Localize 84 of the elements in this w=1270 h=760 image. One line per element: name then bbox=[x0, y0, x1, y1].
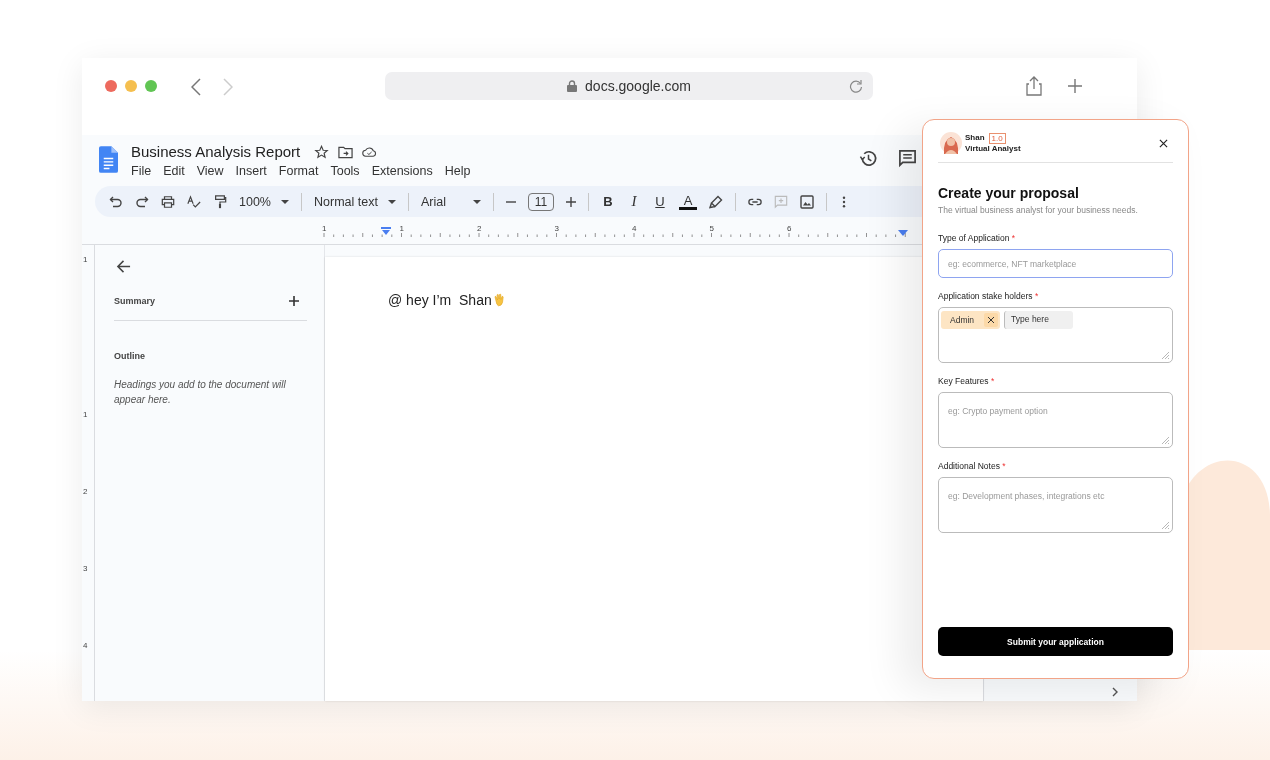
history-icon[interactable] bbox=[859, 149, 878, 168]
ruler-label: 1 bbox=[83, 255, 88, 264]
underline-button[interactable]: U bbox=[653, 194, 667, 209]
version-badge: 1.0 bbox=[988, 132, 1006, 144]
ruler-label: 2 bbox=[477, 224, 482, 233]
address-bar[interactable]: docs.google.com bbox=[385, 72, 873, 100]
menu-item[interactable]: Extensions bbox=[371, 164, 433, 178]
assistant-name: Shan bbox=[965, 133, 985, 143]
menu-item[interactable]: View bbox=[196, 164, 224, 178]
menu-item[interactable]: Edit bbox=[163, 164, 185, 178]
paint-format-icon[interactable] bbox=[213, 194, 227, 209]
font-dropdown[interactable]: Arial bbox=[421, 194, 481, 209]
cloud-icon[interactable] bbox=[362, 144, 378, 159]
comment-icon[interactable] bbox=[898, 149, 917, 168]
caret-icon bbox=[473, 199, 481, 204]
redo-icon[interactable] bbox=[135, 194, 149, 209]
document-text: @ hey I’m Shan bbox=[388, 292, 492, 308]
menu-item[interactable]: Help bbox=[444, 164, 471, 178]
close-window-button[interactable] bbox=[105, 80, 117, 92]
ruler-label: 4 bbox=[83, 641, 88, 650]
resize-grip-icon[interactable] bbox=[1161, 351, 1169, 359]
document-title[interactable]: Business Analysis Report bbox=[131, 143, 301, 160]
chevron-right-icon[interactable] bbox=[1112, 687, 1118, 697]
italic-button[interactable]: I bbox=[627, 193, 641, 210]
field-label: Key Features * bbox=[938, 376, 996, 386]
ruler-label: 1 bbox=[322, 224, 327, 233]
caret-icon bbox=[281, 199, 289, 204]
ruler-label: 5 bbox=[709, 224, 714, 233]
menu-item[interactable]: Insert bbox=[235, 164, 267, 178]
ruler-label: 3 bbox=[554, 224, 559, 233]
tag: Admin bbox=[941, 311, 1001, 329]
menu-item[interactable]: File bbox=[131, 164, 152, 178]
ruler-label: 1 bbox=[399, 224, 404, 233]
field-label: Additional Notes * bbox=[938, 461, 1007, 471]
ruler-label: 6 bbox=[787, 224, 792, 233]
plus-icon[interactable] bbox=[566, 195, 576, 208]
assistant-role: Virtual Analyst bbox=[965, 143, 1021, 154]
highlighter-icon[interactable] bbox=[709, 194, 723, 209]
back-arrow-icon[interactable] bbox=[116, 259, 131, 274]
resize-grip-icon[interactable] bbox=[1161, 521, 1169, 529]
font-size-field[interactable]: 11 bbox=[528, 192, 554, 211]
menu-item[interactable]: Tools bbox=[330, 164, 360, 178]
indent-marker[interactable] bbox=[898, 230, 908, 236]
folder-icon[interactable] bbox=[338, 144, 354, 159]
new-tab-icon[interactable] bbox=[1068, 79, 1082, 93]
print-icon[interactable] bbox=[161, 194, 175, 209]
tag-input[interactable]: Type here bbox=[1004, 311, 1073, 329]
star-icon[interactable] bbox=[314, 144, 330, 159]
caret-icon bbox=[388, 199, 396, 204]
close-icon[interactable] bbox=[1159, 138, 1168, 148]
outline-heading: Outline bbox=[114, 351, 146, 361]
ruler-label: 3 bbox=[83, 564, 88, 573]
share-icon[interactable] bbox=[1026, 76, 1042, 96]
input-field[interactable]: eg: ecommerce, NFT marketplace bbox=[938, 249, 1173, 278]
lock-icon bbox=[567, 80, 578, 92]
image-icon[interactable] bbox=[800, 194, 814, 209]
bold-button[interactable]: B bbox=[601, 194, 615, 209]
add-icon[interactable] bbox=[289, 296, 299, 306]
resize-grip-icon[interactable] bbox=[1161, 436, 1169, 444]
spellcheck-icon[interactable] bbox=[187, 194, 201, 209]
url-text: docs.google.com bbox=[585, 78, 691, 94]
outline-hint: Headings you add to the document will appear here. bbox=[114, 378, 287, 407]
document-icon[interactable] bbox=[99, 146, 118, 173]
text-color-button[interactable]: A bbox=[679, 193, 697, 210]
reload-icon[interactable] bbox=[849, 79, 863, 93]
indent-marker[interactable] bbox=[381, 227, 391, 235]
waving-hand-icon bbox=[492, 293, 507, 307]
panel-title: Create your proposal bbox=[938, 185, 1080, 201]
zoom-dropdown[interactable]: 100% bbox=[239, 194, 289, 209]
avatar bbox=[940, 132, 962, 154]
undo-icon[interactable] bbox=[109, 194, 123, 209]
ruler-label: 4 bbox=[632, 224, 637, 233]
ruler-label: 2 bbox=[83, 487, 88, 496]
text-style-dropdown[interactable]: Normal text bbox=[314, 194, 396, 209]
menu-item[interactable]: Format bbox=[278, 164, 319, 178]
summary-heading: Summary bbox=[114, 296, 156, 306]
field-label: Type of Application * bbox=[938, 233, 1017, 243]
tag-input-field[interactable]: Admin Type here bbox=[938, 307, 1173, 363]
panel-subtitle: The virtual business analyst for your business needs. bbox=[938, 205, 1139, 215]
submit-button[interactable]: Submit your application bbox=[938, 627, 1173, 656]
remove-tag-icon[interactable] bbox=[984, 313, 999, 327]
ruler-label: 1 bbox=[83, 410, 88, 419]
field-label: Application stake holders * bbox=[938, 291, 1040, 301]
back-icon[interactable] bbox=[191, 78, 201, 96]
